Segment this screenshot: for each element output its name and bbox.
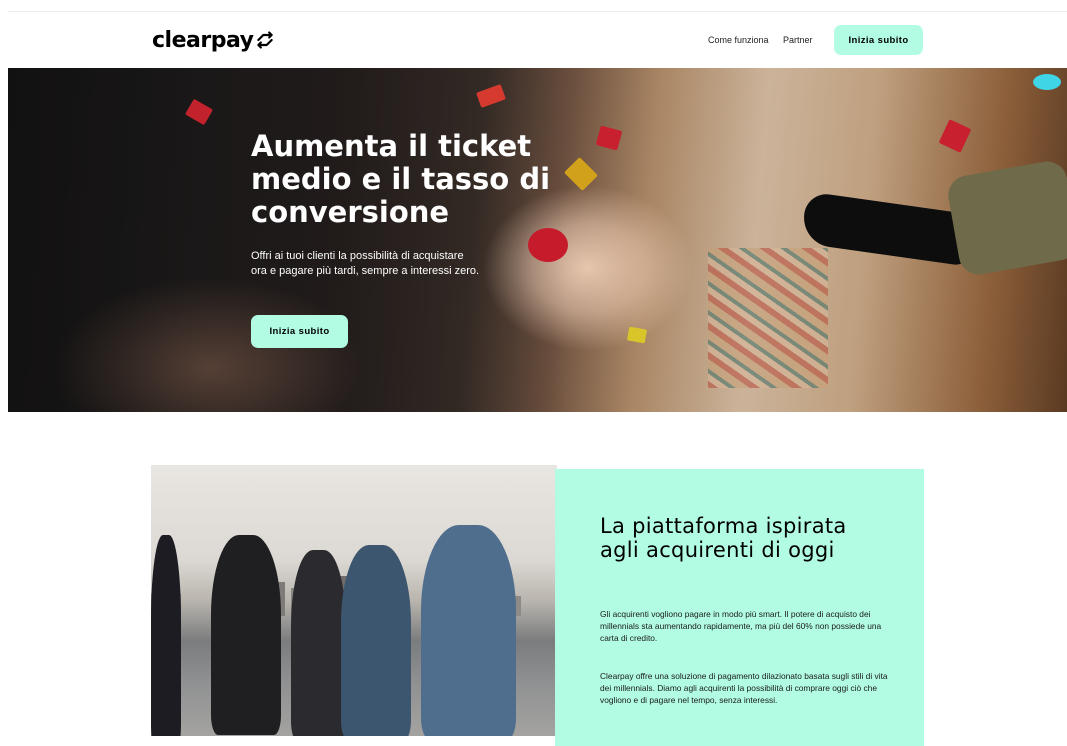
logo-text: clearpay	[152, 27, 254, 53]
person-figure	[341, 545, 411, 736]
hero-banner: Aumenta il ticket medio e il tasso di co…	[8, 68, 1067, 412]
ribbon-decoration	[708, 248, 828, 388]
hero-image-overlay	[8, 68, 568, 412]
confetti-decoration	[1033, 74, 1061, 90]
site-header: clearpay Come funziona Partner Inizia su…	[0, 12, 1067, 68]
trouser-decoration	[945, 158, 1067, 278]
friends-celebrating-photo	[151, 465, 557, 736]
clearpay-arrows-icon	[257, 31, 274, 49]
section-paragraph: Gli acquirenti vogliono pagare in modo p…	[600, 609, 882, 644]
nav-link-partner[interactable]: Partner	[783, 35, 813, 45]
section-title: La piattaforma ispirata agli acquirenti …	[600, 514, 847, 562]
person-figure	[291, 550, 346, 736]
confetti-decoration	[626, 326, 648, 344]
section-paragraph: Clearpay offre una soluzione di pagament…	[600, 671, 888, 706]
hero-subtitle: Offri ai tuoi clienti la possibilità di …	[251, 250, 480, 277]
confetti-decoration	[528, 228, 568, 262]
person-figure	[421, 525, 516, 736]
confetti-decoration	[595, 125, 623, 151]
person-figure	[151, 535, 181, 736]
nav-link-come-funziona[interactable]: Come funziona	[708, 35, 769, 45]
confetti-decoration	[938, 119, 972, 153]
person-figure	[211, 535, 281, 735]
shopper-platform-section: La piattaforma ispirata agli acquirenti …	[555, 469, 924, 746]
hero-title: Aumenta il ticket medio e il tasso di co…	[251, 129, 551, 229]
clearpay-logo[interactable]: clearpay	[152, 26, 275, 54]
header-start-button[interactable]: Inizia subito	[834, 25, 923, 55]
hero-start-button[interactable]: Inizia subito	[251, 315, 348, 348]
